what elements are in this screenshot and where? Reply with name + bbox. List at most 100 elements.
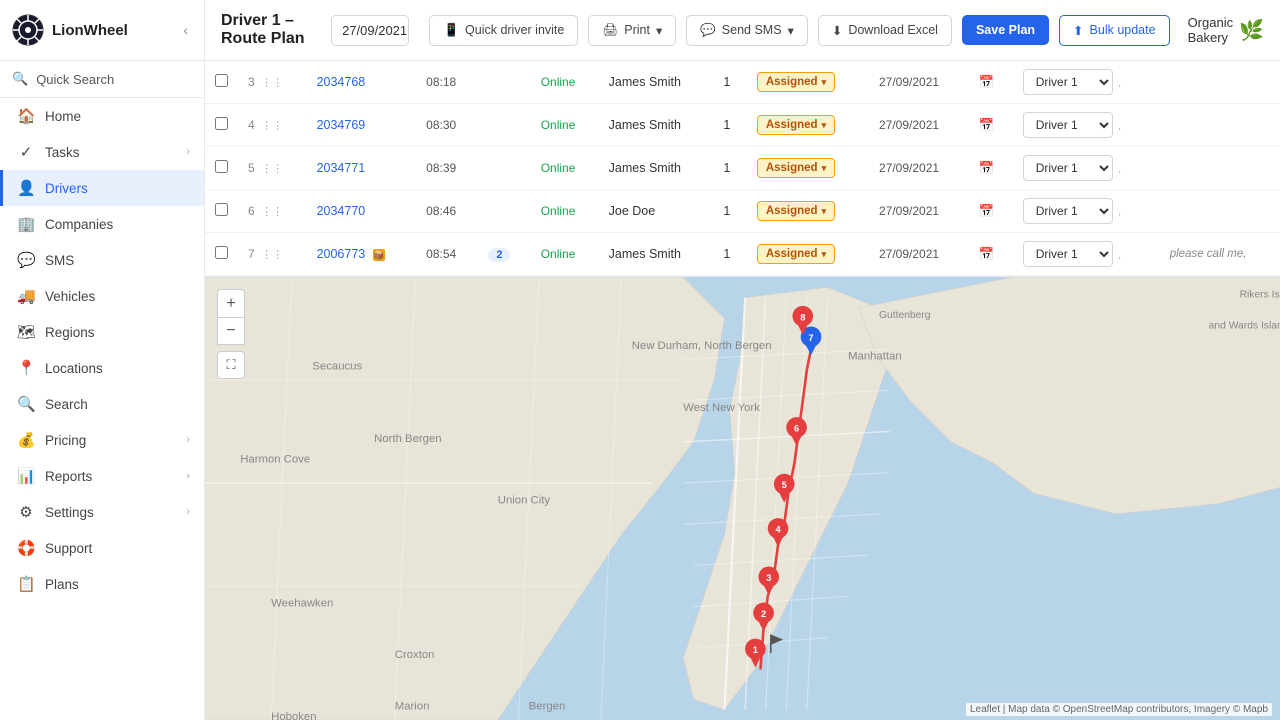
sidebar-item-label-pricing: Pricing (45, 433, 86, 448)
sidebar-item-sms[interactable]: 💬 SMS (0, 242, 204, 278)
sidebar-item-search[interactable]: 🔍 Search (0, 386, 204, 422)
sidebar-item-companies[interactable]: 🏢 Companies (0, 206, 204, 242)
drag-icon[interactable]: ⋮⋮ (261, 163, 283, 175)
pkg-count-cell (478, 190, 530, 233)
svg-text:2: 2 (761, 609, 766, 619)
main-content: Driver 1 – Route Plan 📅 📱 Quick driver i… (205, 0, 1280, 720)
order-id-link[interactable]: 2006773 (317, 247, 366, 261)
bulk-update-button[interactable]: ⬆ Bulk update (1059, 15, 1170, 46)
sidebar-item-plans[interactable]: 📋 Plans (0, 566, 204, 602)
pkg-count-cell: 2 (478, 233, 530, 276)
date-cell: 27/09/2021 (869, 190, 969, 233)
sidebar-item-locations[interactable]: 📍 Locations (0, 350, 204, 386)
assigned-cell[interactable]: Assigned ▾ (747, 233, 869, 276)
sidebar-item-vehicles[interactable]: 🚚 Vehicles (0, 278, 204, 314)
date-picker-cell[interactable]: 📅 (969, 104, 1013, 147)
assigned-badge[interactable]: Assigned ▾ (757, 158, 835, 178)
date-picker-cell[interactable]: 📅 (969, 233, 1013, 276)
driver-select[interactable]: Driver 1 (1023, 112, 1113, 138)
row-checkbox-cell[interactable] (205, 147, 238, 190)
assigned-cell[interactable]: Assigned ▾ (747, 147, 869, 190)
sidebar-item-settings[interactable]: ⚙ Settings › (0, 494, 204, 530)
drag-icon[interactable]: ⋮⋮ (261, 120, 283, 132)
row-num: 6 ⋮⋮ (238, 190, 307, 233)
svg-text:Harmon Cove: Harmon Cove (240, 453, 310, 465)
row-checkbox[interactable] (215, 160, 228, 173)
fullscreen-button[interactable]: ⛶ (217, 351, 245, 379)
zoom-out-button[interactable]: − (217, 317, 245, 345)
time-cell: 08:54 (416, 233, 478, 276)
order-id-link[interactable]: 2034770 (317, 204, 366, 218)
table-row: 3 ⋮⋮ 2034768 08:18 Online James Smith 1 … (205, 61, 1280, 104)
save-plan-button[interactable]: Save Plan (962, 15, 1049, 45)
driver-select[interactable]: Driver 1 (1023, 69, 1113, 95)
assigned-badge[interactable]: Assigned ▾ (757, 244, 835, 264)
driver-cell[interactable]: Driver 1 , (1013, 147, 1160, 190)
row-checkbox-cell[interactable] (205, 190, 238, 233)
order-id-link[interactable]: 2034768 (317, 75, 366, 89)
recipient-name: James Smith (609, 118, 681, 132)
print-icon: 🖨 (602, 23, 618, 38)
driver-cell[interactable]: Driver 1 , (1013, 61, 1160, 104)
sidebar-item-regions[interactable]: 🗺 Regions (0, 314, 204, 350)
toolbar: Driver 1 – Route Plan 📅 📱 Quick driver i… (205, 0, 1280, 61)
sidebar-item-tasks[interactable]: ✓ Tasks › (0, 134, 204, 170)
quick-driver-invite-button[interactable]: 📱 Quick driver invite (429, 15, 578, 46)
row-checkbox-cell[interactable] (205, 233, 238, 276)
row-checkbox[interactable] (215, 74, 228, 87)
driver-select[interactable]: Driver 1 (1023, 198, 1113, 224)
order-id-link[interactable]: 2034771 (317, 161, 366, 175)
order-number: 7 (248, 247, 255, 261)
assigned-badge[interactable]: Assigned ▾ (757, 72, 835, 92)
time-cell: 08:18 (416, 61, 478, 104)
date-picker[interactable]: 📅 (331, 15, 409, 46)
row-checkbox-cell[interactable] (205, 104, 238, 147)
assigned-badge[interactable]: Assigned ▾ (757, 115, 835, 135)
sidebar-item-home[interactable]: 🏠 Home (0, 98, 204, 134)
sidebar-item-pricing[interactable]: 💰 Pricing › (0, 422, 204, 458)
support-icon: 🛟 (17, 539, 35, 557)
drag-icon[interactable]: ⋮⋮ (261, 249, 283, 261)
zoom-in-button[interactable]: + (217, 289, 245, 317)
row-num: 5 ⋮⋮ (238, 147, 307, 190)
sidebar-item-drivers[interactable]: 👤 Drivers (0, 170, 204, 206)
assigned-dropdown-icon: ▾ (822, 163, 827, 174)
assigned-cell[interactable]: Assigned ▾ (747, 190, 869, 233)
date-picker-cell[interactable]: 📅 (969, 190, 1013, 233)
regions-icon: 🗺 (17, 323, 35, 341)
row-checkbox-cell[interactable] (205, 61, 238, 104)
download-excel-button[interactable]: ⬇ Download Excel (818, 15, 952, 46)
driver-cell[interactable]: Driver 1 , (1013, 233, 1160, 276)
assigned-cell[interactable]: Assigned ▾ (747, 61, 869, 104)
sidebar-item-reports[interactable]: 📊 Reports › (0, 458, 204, 494)
sidebar-item-label-sms: SMS (45, 253, 74, 268)
assigned-badge[interactable]: Assigned ▾ (757, 201, 835, 221)
date-picker-cell[interactable]: 📅 (969, 61, 1013, 104)
driver-select[interactable]: Driver 1 (1023, 241, 1113, 267)
row-checkbox[interactable] (215, 203, 228, 216)
driver-select[interactable]: Driver 1 (1023, 155, 1113, 181)
collapse-sidebar-button[interactable]: ‹ (179, 18, 192, 42)
note-cell (1160, 61, 1280, 104)
print-button[interactable]: 🖨 Print ▾ (588, 15, 676, 46)
assigned-cell[interactable]: Assigned ▾ (747, 104, 869, 147)
send-sms-button[interactable]: 💬 Send SMS ▾ (686, 15, 808, 46)
sidebar: LionWheel ‹ 🔍 Quick Search 🏠 Home ✓ Task… (0, 0, 205, 720)
row-num: 4 ⋮⋮ (238, 104, 307, 147)
quick-search-row[interactable]: 🔍 Quick Search (0, 61, 204, 98)
drag-icon[interactable]: ⋮⋮ (261, 77, 283, 89)
drag-icon[interactable]: ⋮⋮ (261, 206, 283, 218)
sidebar-item-label-locations: Locations (45, 361, 103, 376)
driver-cell[interactable]: Driver 1 , (1013, 104, 1160, 147)
driver-cell[interactable]: Driver 1 , (1013, 190, 1160, 233)
status-cell: Online (531, 61, 599, 104)
row-checkbox[interactable] (215, 246, 228, 259)
row-checkbox[interactable] (215, 117, 228, 130)
reports-icon: 📊 (17, 467, 35, 485)
date-input[interactable] (332, 17, 409, 44)
sidebar-item-support[interactable]: 🛟 Support (0, 530, 204, 566)
time-cell: 08:39 (416, 147, 478, 190)
order-id-link[interactable]: 2034769 (317, 118, 366, 132)
bulk-update-icon: ⬆ (1073, 23, 1083, 38)
date-picker-cell[interactable]: 📅 (969, 147, 1013, 190)
